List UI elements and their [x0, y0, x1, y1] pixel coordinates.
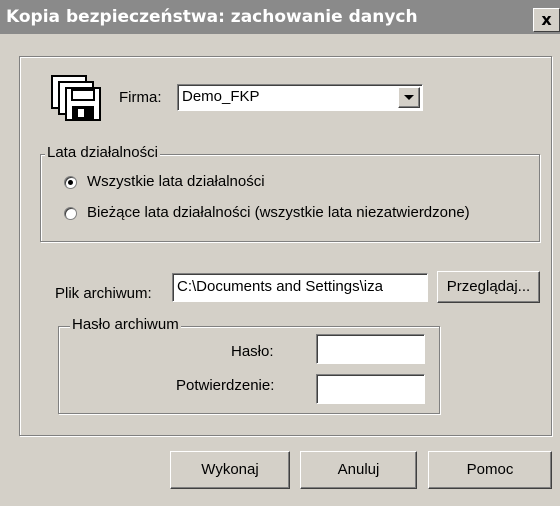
password-label: Hasło: [231, 343, 274, 360]
company-selected-value: Demo_FKP [182, 88, 260, 105]
confirm-password-label: Potwierdzenie: [176, 377, 275, 394]
password-group-legend: Hasło archiwum [70, 316, 181, 333]
browse-button-label: Przeglądaj... [446, 278, 531, 295]
radio-selected-dot [68, 180, 73, 185]
cancel-button[interactable]: Anuluj [300, 451, 417, 489]
close-icon: x [541, 10, 552, 29]
chevron-down-icon [404, 95, 414, 100]
years-group-legend: Lata działalności [45, 144, 160, 161]
cancel-button-label: Anuluj [337, 461, 380, 478]
execute-button[interactable]: Wykonaj [170, 451, 290, 489]
browse-button[interactable]: Przeglądaj... [437, 271, 540, 303]
password-field[interactable] [316, 334, 425, 364]
close-button[interactable]: x [533, 8, 560, 32]
help-button-label: Pomoc [466, 461, 514, 478]
archive-path-value: C:\Documents and Settings\iza [177, 278, 383, 295]
years-group-box [40, 154, 540, 242]
archive-path-input[interactable]: C:\Documents and Settings\iza [172, 273, 428, 302]
floppy-disks-icon [50, 74, 102, 122]
execute-button-label: Wykonaj [201, 461, 259, 478]
radio-current-years[interactable] [64, 207, 77, 220]
radio-current-years-label[interactable]: Bieżące lata działalności (wszystkie lat… [87, 204, 470, 221]
company-dropdown-button[interactable] [398, 87, 420, 108]
archive-file-label: Plik archiwum: [55, 285, 152, 302]
company-select[interactable]: Demo_FKP [177, 84, 423, 111]
help-button[interactable]: Pomoc [428, 451, 552, 489]
confirm-password-field[interactable] [316, 374, 425, 404]
radio-all-years[interactable] [64, 176, 77, 189]
company-label: Firma: [119, 89, 162, 106]
title-bar: Kopia bezpieczeństwa: zachowanie danych … [0, 0, 560, 34]
radio-all-years-label[interactable]: Wszystkie lata działalności [87, 173, 265, 190]
window-title: Kopia bezpieczeństwa: zachowanie danych [6, 7, 418, 27]
